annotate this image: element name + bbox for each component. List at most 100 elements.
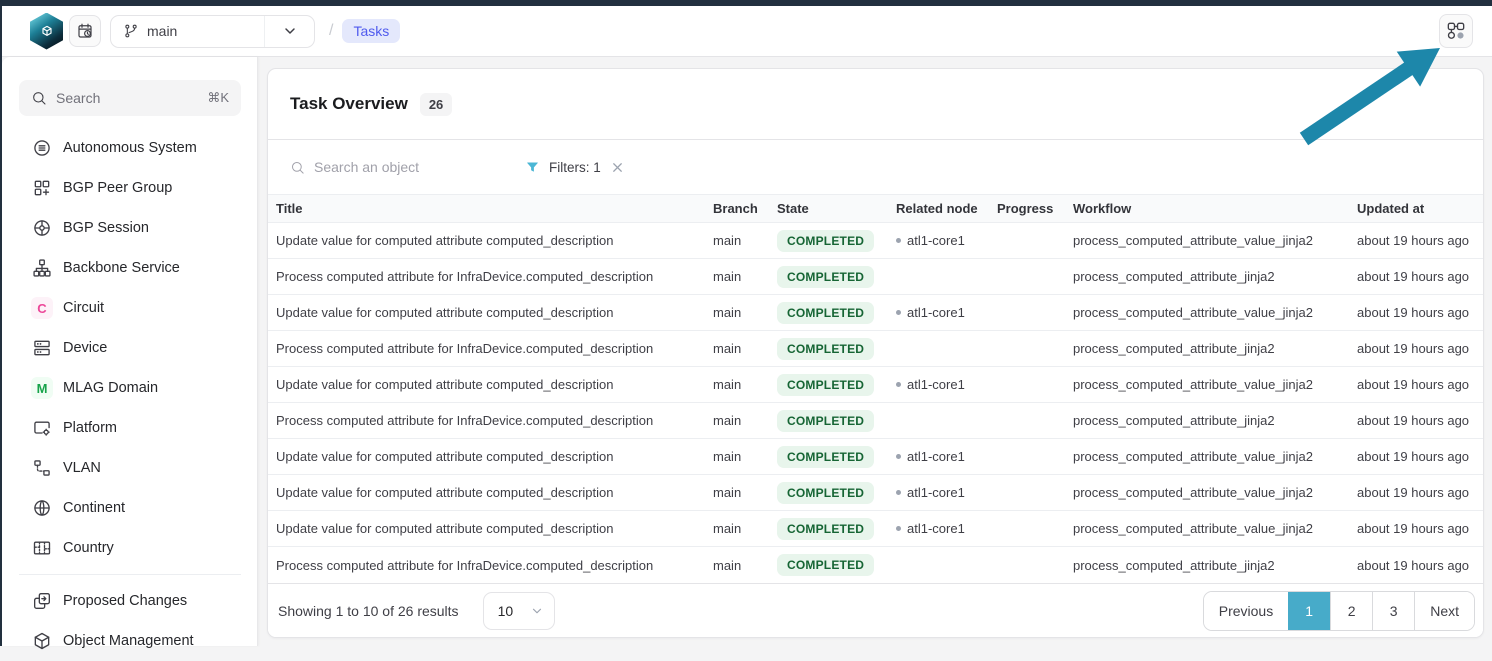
sidebar-item-circuit[interactable]: C Circuit [2, 288, 257, 328]
cell-updated-at: about 19 hours ago [1357, 485, 1483, 500]
page-button-1[interactable]: 1 [1288, 592, 1330, 630]
table-row[interactable]: Process computed attribute for InfraDevi… [268, 259, 1483, 295]
pagination: Previous 123 Next [1203, 591, 1475, 631]
branch-name: main [147, 23, 177, 39]
breadcrumb-separator: / [329, 22, 333, 40]
cell-updated-at: about 19 hours ago [1357, 269, 1483, 284]
git-branch-icon [123, 23, 139, 39]
cell-workflow: process_computed_attribute_value_jinja2 [1073, 449, 1357, 464]
sidebar-item-label: Circuit [63, 300, 104, 316]
node-status-dot-icon [896, 526, 901, 531]
table-row[interactable]: Update value for computed attribute comp… [268, 439, 1483, 475]
cell-branch: main [713, 558, 777, 573]
sidebar-item-mlag-domain[interactable]: MMLAG Domain [2, 368, 257, 408]
table-row[interactable]: Process computed attribute for InfraDevi… [268, 403, 1483, 439]
table-row[interactable]: Process computed attribute for InfraDevi… [268, 547, 1483, 583]
table-row[interactable]: Process computed attribute for InfraDevi… [268, 331, 1483, 367]
platform-icon [31, 417, 53, 439]
sidebar-item-label: Autonomous System [63, 140, 197, 156]
previous-page-button[interactable]: Previous [1204, 592, 1288, 630]
page-size-value: 10 [498, 603, 530, 619]
object-search-input[interactable] [314, 159, 474, 175]
sidebar-item-vlan[interactable]: VLAN [2, 448, 257, 488]
sidebar-item-country[interactable]: Country [2, 528, 257, 568]
column-header-progress: Progress [997, 201, 1073, 216]
cell-branch: main [713, 341, 777, 356]
node-status-dot-icon [896, 490, 901, 495]
page-button-3[interactable]: 3 [1372, 592, 1414, 630]
page-button-2[interactable]: 2 [1330, 592, 1372, 630]
cell-updated-at: about 19 hours ago [1357, 521, 1483, 536]
table-row[interactable]: Update value for computed attribute comp… [268, 475, 1483, 511]
next-page-button[interactable]: Next [1414, 592, 1474, 630]
state-badge: COMPLETED [777, 554, 874, 576]
cell-state: COMPLETED [777, 446, 896, 468]
sidebar-item-device[interactable]: Device [2, 328, 257, 368]
branch-selector-value: main [111, 23, 264, 39]
table-header-row: TitleBranchStateRelated nodeProgressWork… [268, 195, 1483, 223]
cell-branch: main [713, 485, 777, 500]
sidebar-item-object-management[interactable]: Object Management [2, 621, 257, 661]
topbar: main / Tasks [2, 6, 1492, 57]
cell-title: Update value for computed attribute comp… [276, 485, 713, 500]
sidebar-item-proposed-changes[interactable]: Proposed Changes [2, 581, 257, 621]
branch-selector-caret[interactable] [264, 16, 314, 47]
sidebar-divider [19, 574, 241, 575]
table-row[interactable]: Update value for computed attribute comp… [268, 223, 1483, 259]
cell-workflow: process_computed_attribute_value_jinja2 [1073, 233, 1357, 248]
cell-state: COMPLETED [777, 482, 896, 504]
calendar-clock-icon [76, 22, 94, 40]
branch-selector[interactable]: main [110, 15, 315, 48]
cell-workflow: process_computed_attribute_value_jinja2 [1073, 377, 1357, 392]
schema-icon [1446, 21, 1466, 41]
infrahub-logo-icon[interactable] [30, 13, 63, 50]
cell-title: Process computed attribute for InfraDevi… [276, 269, 713, 284]
sidebar-item-platform[interactable]: Platform [2, 408, 257, 448]
table-row[interactable]: Update value for computed attribute comp… [268, 295, 1483, 331]
table-row[interactable]: Update value for computed attribute comp… [268, 511, 1483, 547]
state-badge: COMPLETED [777, 482, 874, 504]
cell-title: Update value for computed attribute comp… [276, 233, 713, 248]
sidebar-item-continent[interactable]: Continent [2, 488, 257, 528]
sidebar-item-bgp-peer-group[interactable]: BGP Peer Group [2, 168, 257, 208]
state-badge: COMPLETED [777, 410, 874, 432]
time-travel-calendar-button[interactable] [69, 15, 101, 47]
state-badge: COMPLETED [777, 374, 874, 396]
table-footer: Showing 1 to 10 of 26 results 10 Previou… [268, 583, 1483, 637]
sidebar-item-backbone-service[interactable]: Backbone Service [2, 248, 257, 288]
cell-title: Update value for computed attribute comp… [276, 305, 713, 320]
cell-state: COMPLETED [777, 302, 896, 324]
cell-branch: main [713, 269, 777, 284]
sidebar-item-label: Device [63, 340, 107, 356]
clear-filters-icon[interactable] [610, 160, 625, 175]
sidebar-search[interactable]: Search ⌘K [19, 80, 241, 116]
page-size-select[interactable]: 10 [483, 592, 555, 630]
backbone-service-icon [31, 257, 53, 279]
cell-updated-at: about 19 hours ago [1357, 233, 1483, 248]
cell-branch: main [713, 521, 777, 536]
filters-control[interactable]: Filters: 1 [525, 160, 625, 175]
state-badge: COMPLETED [777, 338, 874, 360]
column-header-title: Title [276, 201, 713, 216]
cell-workflow: process_computed_attribute_value_jinja2 [1073, 521, 1357, 536]
state-badge: COMPLETED [777, 266, 874, 288]
table-row[interactable]: Update value for computed attribute comp… [268, 367, 1483, 403]
sidebar-item-autonomous-system[interactable]: Autonomous System [2, 128, 257, 168]
cell-branch: main [713, 377, 777, 392]
breadcrumb-tasks[interactable]: Tasks [342, 19, 400, 43]
cell-workflow: process_computed_attribute_jinja2 [1073, 558, 1357, 573]
circuit-letter-icon: C [31, 297, 53, 319]
schema-visualizer-button[interactable] [1439, 14, 1473, 48]
cell-state: COMPLETED [777, 374, 896, 396]
sidebar-search-placeholder: Search [56, 90, 198, 106]
filter-bar: Filters: 1 [268, 140, 1483, 195]
sidebar-footer-list: Proposed Changes Object Management [2, 581, 257, 661]
sidebar-search-shortcut: ⌘K [207, 90, 229, 106]
node-status-dot-icon [896, 238, 901, 243]
sidebar-item-bgp-session[interactable]: BGP Session [2, 208, 257, 248]
continent-icon [31, 497, 53, 519]
column-header-state: State [777, 201, 896, 216]
sidebar-item-label: Continent [63, 500, 125, 516]
sidebar-item-label: Object Management [63, 633, 194, 649]
cell-title: Update value for computed attribute comp… [276, 377, 713, 392]
